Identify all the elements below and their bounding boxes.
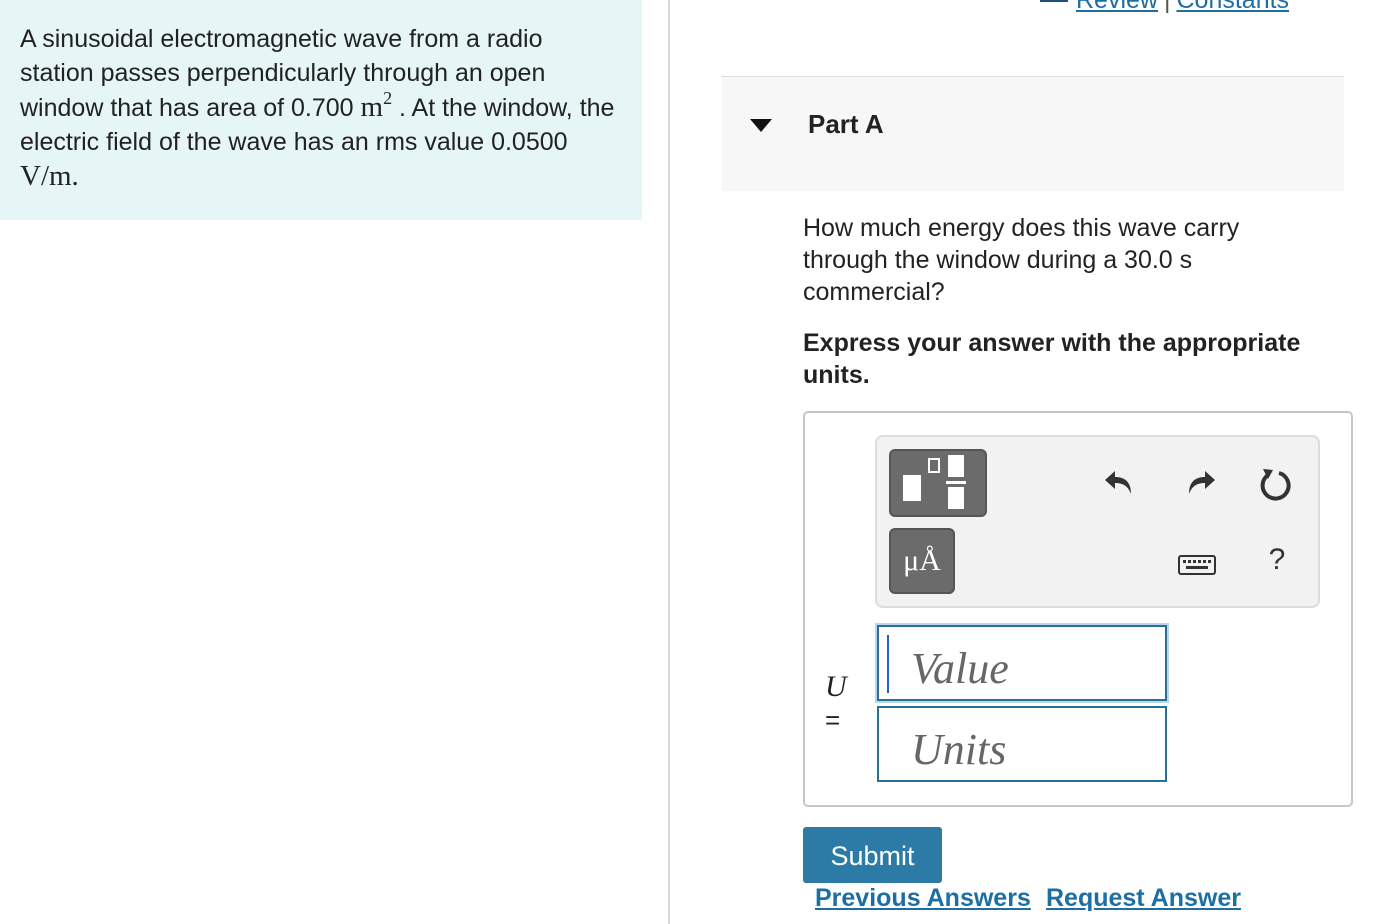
question-text: How much energy does this wave carry thr…	[803, 214, 1240, 306]
area-unit: m2	[360, 88, 393, 123]
instruction-text: Express your answer with the appropriate…	[803, 329, 1301, 389]
part-header[interactable]: Part A	[722, 76, 1344, 191]
math-toolbar: μÅ ?	[875, 435, 1320, 608]
top-links: Review | Constants	[1040, 0, 1289, 14]
keyboard-icon[interactable]	[1177, 545, 1217, 585]
units-symbol: μÅ	[903, 544, 941, 577]
units-input[interactable]	[877, 706, 1167, 782]
review-link[interactable]: Review	[1076, 0, 1158, 14]
field-unit: V/m.	[20, 160, 79, 192]
problem-text: A sinusoidal electromagnetic wave from a…	[20, 25, 615, 192]
problem-statement-panel: A sinusoidal electromagnetic wave from a…	[0, 0, 642, 220]
submit-button[interactable]: Submit	[803, 827, 942, 883]
help-button[interactable]: ?	[1262, 543, 1292, 579]
value-input[interactable]	[877, 625, 1167, 701]
answer-variable: U	[825, 670, 847, 703]
reset-icon[interactable]	[1255, 464, 1295, 504]
request-answer-link[interactable]: Request Answer	[1046, 884, 1241, 913]
fraction-template-button[interactable]	[889, 449, 987, 517]
panel-divider	[668, 0, 670, 924]
redo-icon[interactable]	[1179, 462, 1219, 502]
constants-link[interactable]: Constants	[1176, 0, 1289, 14]
part-title: Part A	[808, 109, 884, 139]
units-button[interactable]: μÅ	[889, 528, 955, 594]
previous-answers-link[interactable]: Previous Answers	[815, 884, 1031, 913]
book-icon	[1040, 0, 1068, 2]
collapse-caret-icon[interactable]	[750, 119, 772, 132]
text-cursor	[887, 635, 889, 693]
link-separator: |	[1163, 0, 1171, 14]
undo-icon[interactable]	[1101, 462, 1141, 502]
fraction-icon	[903, 475, 921, 501]
answer-box: μÅ ? U =	[803, 411, 1353, 807]
equals-sign: =	[825, 705, 841, 735]
